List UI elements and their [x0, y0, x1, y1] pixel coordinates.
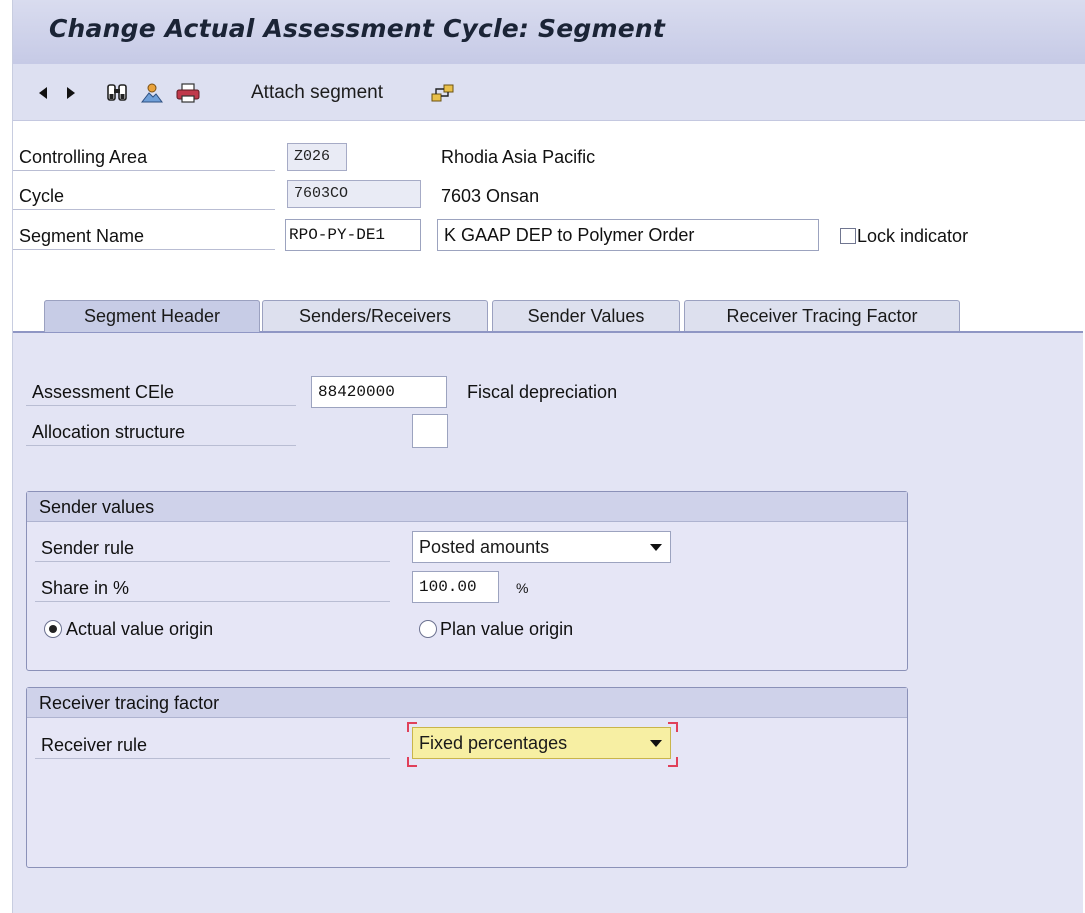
assessment-cele-label: Assessment CEle	[26, 378, 296, 406]
sender-rule-select[interactable]: Posted amounts	[412, 531, 671, 563]
tab-segment-header[interactable]: Segment Header	[44, 300, 260, 332]
lock-indicator-checkbox[interactable]	[840, 228, 856, 244]
chevron-down-icon	[650, 740, 662, 747]
attach-segment-button[interactable]: Attach segment	[251, 82, 411, 104]
arrow-left-icon	[39, 87, 47, 99]
receiver-rule-select[interactable]: Fixed percentages	[412, 727, 671, 759]
page-title: Change Actual Assessment Cycle: Segment	[49, 14, 666, 43]
user-button[interactable]	[139, 82, 165, 104]
print-button[interactable]	[175, 82, 201, 104]
arrow-right-icon	[67, 87, 75, 99]
sender-values-title: Sender values	[27, 492, 907, 522]
cycle-label: Cycle	[13, 182, 275, 210]
tab-receiver-tracing-factor[interactable]: Receiver Tracing Factor	[684, 300, 960, 332]
receiver-tracing-factor-title: Receiver tracing factor	[27, 688, 907, 718]
user-mountain-icon	[140, 83, 163, 103]
sender-rule-label: Sender rule	[35, 534, 390, 562]
receiver-tracing-factor-group: Receiver tracing factor	[26, 687, 908, 868]
required-marker-top-right	[668, 722, 678, 732]
share-field[interactable]: 100.00	[412, 571, 499, 603]
assessment-cele-description: Fiscal depreciation	[467, 382, 618, 402]
title-bar: Change Actual Assessment Cycle: Segment	[13, 0, 1085, 64]
segment-name-field[interactable]: RPO-PY-DE1	[285, 219, 421, 251]
receiver-rule-label: Receiver rule	[35, 731, 390, 759]
percent-unit: %	[516, 580, 529, 596]
required-marker-bottom-right	[668, 757, 678, 767]
chevron-down-icon	[650, 544, 662, 551]
tab-label: Sender Values	[527, 306, 645, 326]
lock-indicator-label: Lock indicator	[857, 226, 969, 246]
segment-description-field[interactable]: K GAAP DEP to Polymer Order	[437, 219, 819, 251]
required-marker-top-left	[407, 722, 417, 732]
assessment-cele-field[interactable]: 88420000	[311, 376, 447, 408]
sender-rule-value: Posted amounts	[419, 537, 550, 557]
receiver-rule-value: Fixed percentages	[419, 733, 568, 753]
tab-label: Receiver Tracing Factor	[726, 306, 918, 326]
plan-value-origin-radio[interactable]	[419, 620, 437, 638]
allocation-structure-field[interactable]	[412, 414, 448, 448]
hierarchy-button[interactable]	[429, 82, 457, 104]
cycle-field[interactable]: 7603CO	[287, 180, 421, 208]
share-label: Share in %	[35, 574, 390, 602]
allocation-structure-label: Allocation structure	[26, 418, 296, 446]
application-toolbar: Attach segment	[13, 64, 1085, 121]
binoculars-icon	[107, 84, 127, 101]
controlling-area-label: Controlling Area	[13, 143, 275, 171]
actual-value-origin-label: Actual value origin	[66, 619, 214, 639]
controlling-area-description: Rhodia Asia Pacific	[441, 147, 596, 167]
window-left-edge	[0, 0, 13, 913]
find-button[interactable]	[105, 82, 129, 104]
cycle-description: 7603 Onsan	[441, 186, 540, 206]
tab-sender-values[interactable]: Sender Values	[492, 300, 680, 332]
tab-label: Segment Header	[83, 306, 221, 326]
radio-selected-dot	[49, 625, 57, 633]
previous-button[interactable]	[33, 82, 53, 104]
tab-senders-receivers-tab[interactable]: Senders/Receivers	[262, 300, 488, 332]
required-marker-bottom-left	[407, 757, 417, 767]
print-icon	[176, 83, 200, 103]
actual-value-origin-radio[interactable]	[44, 620, 62, 638]
segment-name-label: Segment Name	[13, 222, 275, 250]
plan-value-origin-label: Plan value origin	[440, 619, 574, 639]
next-button[interactable]	[61, 82, 81, 104]
tab-label: Senders/Receivers	[298, 306, 452, 326]
hierarchy-icon	[431, 84, 454, 102]
controlling-area-field[interactable]: Z026	[287, 143, 347, 171]
